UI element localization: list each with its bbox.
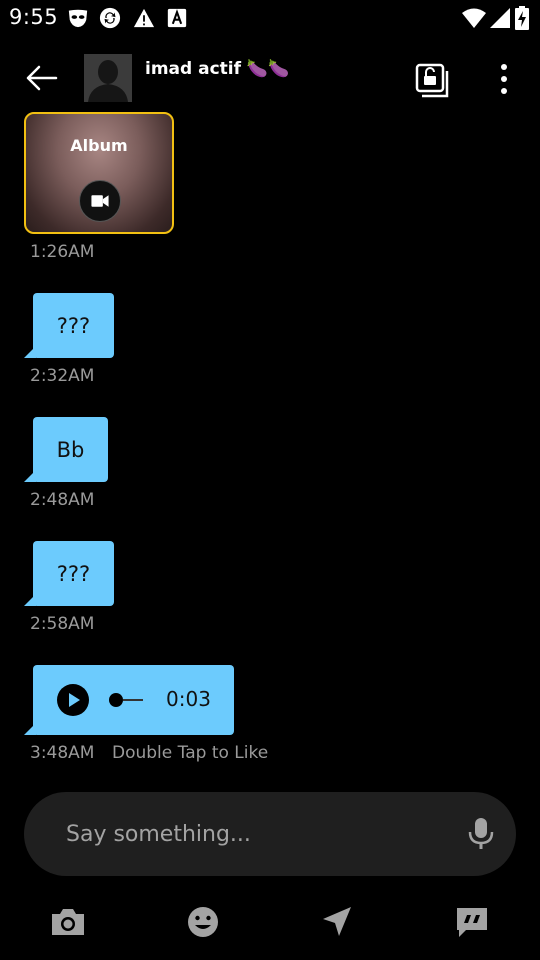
camera-icon bbox=[52, 909, 84, 935]
sync-icon bbox=[99, 7, 121, 29]
emoji-icon bbox=[188, 907, 218, 937]
saved-phrases-icon bbox=[457, 908, 487, 937]
signal-icon bbox=[490, 8, 510, 28]
chat-toolbar bbox=[0, 896, 540, 960]
message-timestamp: 2:48AM bbox=[30, 490, 95, 510]
more-options-button[interactable] bbox=[490, 62, 518, 98]
message-text: Bb bbox=[56, 437, 85, 462]
message-composer bbox=[24, 792, 516, 876]
camera-button[interactable] bbox=[48, 902, 88, 942]
battery-charging-icon bbox=[515, 6, 529, 30]
play-button[interactable] bbox=[57, 684, 89, 716]
avatar[interactable] bbox=[84, 54, 132, 102]
emoji-button[interactable] bbox=[183, 902, 223, 942]
status-bar: 9:55 bbox=[0, 0, 540, 38]
font-a-icon bbox=[167, 8, 187, 28]
voice-duration: 0:03 bbox=[166, 687, 211, 711]
warning-icon bbox=[133, 8, 155, 28]
text-message-bubble[interactable]: ??? bbox=[33, 293, 114, 358]
location-icon bbox=[323, 907, 351, 936]
more-vert-icon bbox=[501, 64, 507, 94]
mic-icon bbox=[468, 818, 494, 849]
message-timestamp: 1:26AM bbox=[30, 242, 95, 262]
text-message-bubble[interactable]: Bb bbox=[33, 417, 108, 482]
voice-record-button[interactable] bbox=[466, 816, 496, 852]
grindr-mask-icon bbox=[68, 9, 88, 28]
double-tap-like-hint: Double Tap to Like bbox=[112, 743, 269, 763]
message-timestamp: 3:48AM bbox=[30, 743, 95, 763]
wifi-icon bbox=[462, 8, 486, 28]
chat-header: imad actif 🍆🍆 bbox=[0, 40, 540, 116]
contact-name[interactable]: imad actif 🍆🍆 bbox=[145, 59, 289, 79]
album-label: Album bbox=[70, 136, 128, 155]
back-button[interactable] bbox=[22, 58, 62, 98]
saved-phrases-button[interactable] bbox=[452, 902, 492, 942]
unlock-albums-icon bbox=[415, 63, 449, 98]
message-text: ??? bbox=[56, 561, 91, 586]
voice-progress-handle[interactable] bbox=[109, 693, 123, 707]
message-timestamp: 2:32AM bbox=[30, 366, 95, 386]
location-button[interactable] bbox=[317, 902, 357, 942]
default-avatar-icon bbox=[84, 54, 132, 102]
voice-progress-track bbox=[123, 699, 143, 701]
message-timestamp: 2:58AM bbox=[30, 614, 95, 634]
play-icon bbox=[69, 693, 80, 707]
text-message-bubble[interactable]: ??? bbox=[33, 541, 114, 606]
unlock-albums-button[interactable] bbox=[414, 62, 450, 98]
videocam-icon bbox=[91, 195, 109, 207]
message-input[interactable] bbox=[64, 816, 424, 852]
arrow-left-icon bbox=[26, 65, 58, 91]
voice-message-bubble[interactable]: 0:03 bbox=[33, 665, 234, 735]
album-message[interactable]: Album bbox=[24, 112, 174, 234]
message-text: ??? bbox=[56, 313, 91, 338]
status-time: 9:55 bbox=[9, 5, 59, 29]
video-badge bbox=[79, 180, 121, 222]
